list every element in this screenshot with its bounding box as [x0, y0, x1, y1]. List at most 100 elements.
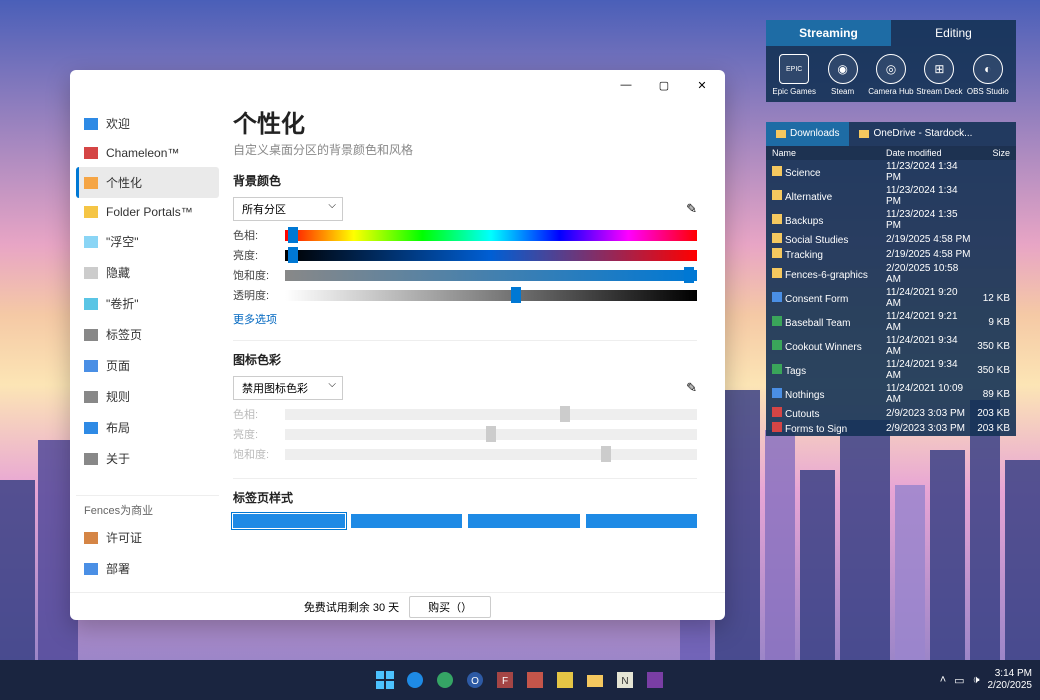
- style-option-3[interactable]: [468, 514, 580, 528]
- file-row[interactable]: Backups11/23/2024 1:35 PM: [766, 208, 1016, 232]
- file-row[interactable]: Tracking2/19/2025 4:58 PM: [766, 247, 1016, 262]
- more-options-link[interactable]: 更多选项: [233, 311, 277, 327]
- clock[interactable]: 3:14 PM 2/20/2025: [988, 668, 1033, 692]
- clock-date: 2/20/2025: [988, 680, 1033, 692]
- file-type-icon: [772, 407, 782, 417]
- app-launcher-obs-studio[interactable]: ◐OBS Studio: [965, 54, 1011, 96]
- sidebar-item[interactable]: 欢迎: [76, 108, 219, 139]
- app-launcher-camera-hub[interactable]: ◎Camera Hub: [868, 54, 914, 96]
- sidebar-item[interactable]: 关于: [76, 443, 219, 474]
- slider-saturation[interactable]: [285, 270, 697, 281]
- tray-sound-icon[interactable]: 🕩: [973, 674, 980, 687]
- col-date[interactable]: Date modified: [886, 148, 974, 158]
- tab-editing[interactable]: Editing: [891, 20, 1016, 46]
- app-label: Stream Deck: [916, 87, 962, 96]
- minimize-button[interactable]: —: [607, 71, 645, 99]
- sidebar-item[interactable]: "浮空": [76, 226, 219, 257]
- style-option-2[interactable]: [351, 514, 463, 528]
- sidebar-item[interactable]: 规则: [76, 381, 219, 412]
- sidebar-item[interactable]: 页面: [76, 350, 219, 381]
- app-label: OBS Studio: [967, 87, 1009, 96]
- sidebar-item[interactable]: 标签页: [76, 319, 219, 350]
- sidebar-item[interactable]: 部署: [76, 553, 219, 584]
- file-row[interactable]: Cookout Winners11/24/2021 9:34 AM350 KB: [766, 334, 1016, 358]
- slider-opacity[interactable]: [285, 290, 697, 301]
- app-launcher-stream-deck[interactable]: ⊞Stream Deck: [916, 54, 962, 96]
- file-row[interactable]: Alternative11/23/2024 1:34 PM: [766, 184, 1016, 208]
- file-row[interactable]: Science11/23/2024 1:34 PM: [766, 160, 1016, 184]
- maximize-button[interactable]: ▢: [645, 71, 683, 99]
- trial-text: 免费试用剩余 30 天: [304, 599, 399, 615]
- buy-button[interactable]: 购买（）: [409, 596, 491, 618]
- file-name: Alternative: [785, 192, 832, 203]
- sidebar-label: 欢迎: [106, 115, 130, 132]
- task-explorer-icon[interactable]: [582, 667, 608, 693]
- start-button[interactable]: [372, 667, 398, 693]
- file-row[interactable]: Nothings11/24/2021 10:09 AM89 KB: [766, 382, 1016, 406]
- sidebar-label: 布局: [106, 419, 130, 436]
- app-icon-glyph: EPIC: [779, 54, 809, 84]
- sidebar-icon: [84, 453, 98, 465]
- file-row[interactable]: Forms to Sign2/9/2023 3:03 PM203 KB: [766, 421, 1016, 436]
- task-onenote-icon[interactable]: [642, 667, 668, 693]
- eyedropper-icon[interactable]: ✎: [686, 201, 697, 217]
- task-app-icon[interactable]: F: [492, 667, 518, 693]
- task-app-icon[interactable]: O: [462, 667, 488, 693]
- task-app-icon[interactable]: [522, 667, 548, 693]
- file-date: 11/23/2024 1:35 PM: [886, 209, 974, 231]
- bg-scope-dropdown[interactable]: 所有分区: [233, 197, 343, 221]
- col-size[interactable]: Size: [974, 148, 1010, 158]
- file-name: Science: [785, 168, 821, 179]
- file-row[interactable]: Tags11/24/2021 9:34 AM350 KB: [766, 358, 1016, 382]
- sidebar-item[interactable]: 布局: [76, 412, 219, 443]
- file-row[interactable]: Cutouts2/9/2023 3:03 PM203 KB: [766, 406, 1016, 421]
- file-row[interactable]: Baseball Team11/24/2021 9:21 AM9 KB: [766, 310, 1016, 334]
- titlebar: — ▢ ✕: [70, 70, 725, 100]
- sidebar-item[interactable]: 个性化: [76, 167, 219, 198]
- file-row[interactable]: Consent Form11/24/2021 9:20 AM12 KB: [766, 286, 1016, 310]
- sidebar-label: 页面: [106, 357, 130, 374]
- task-app-icon[interactable]: N: [612, 667, 638, 693]
- file-name: Consent Form: [785, 294, 848, 305]
- task-app-icon[interactable]: [432, 667, 458, 693]
- file-row[interactable]: Social Studies2/19/2025 4:58 PM: [766, 232, 1016, 247]
- app-label: Steam: [831, 87, 854, 96]
- sidebar-item[interactable]: Chameleon™: [76, 139, 219, 167]
- tray-display-icon[interactable]: ▭: [954, 674, 964, 687]
- close-button[interactable]: ✕: [683, 71, 721, 99]
- style-option-1[interactable]: [233, 514, 345, 528]
- app-launcher-steam[interactable]: ◉Steam: [820, 54, 866, 96]
- sidebar-icon: [84, 360, 98, 372]
- sidebar-label: "卷折": [106, 295, 139, 312]
- task-app-icon[interactable]: [552, 667, 578, 693]
- slider-brightness[interactable]: [285, 250, 697, 261]
- slider-hue[interactable]: [285, 230, 697, 241]
- task-edge-icon[interactable]: [402, 667, 428, 693]
- sidebar-item[interactable]: Folder Portals™: [76, 198, 219, 226]
- sidebar-item[interactable]: 隐藏: [76, 257, 219, 288]
- style-option-4[interactable]: [586, 514, 698, 528]
- sidebar-item[interactable]: "卷折": [76, 288, 219, 319]
- tab-streaming[interactable]: Streaming: [766, 20, 891, 46]
- eyedropper-icon[interactable]: ✎: [686, 380, 697, 396]
- tray-chevron-icon[interactable]: ˄: [940, 674, 946, 686]
- file-type-icon: [772, 190, 782, 200]
- col-name[interactable]: Name: [772, 148, 886, 158]
- file-size: 203 KB: [974, 408, 1010, 419]
- file-name: Tracking: [785, 250, 823, 261]
- file-tab-onedrive[interactable]: OneDrive - Stardock...: [849, 122, 982, 146]
- slider-icon-brightness: [285, 429, 697, 440]
- desktop-wallpaper: Streaming Editing EPICEpic Games◉Steam◎C…: [0, 0, 1040, 700]
- file-size: 350 KB: [974, 365, 1010, 376]
- file-tab-downloads[interactable]: Downloads: [766, 122, 849, 146]
- sidebar-label: 部署: [106, 560, 130, 577]
- sidebar-icon: [84, 422, 98, 434]
- file-row[interactable]: Fences-6-graphics2/20/2025 10:58 AM: [766, 262, 1016, 286]
- app-launcher-epic-games[interactable]: EPICEpic Games: [771, 54, 817, 96]
- sidebar-item[interactable]: 许可证: [76, 522, 219, 553]
- icon-tint-dropdown[interactable]: 禁用图标色彩: [233, 376, 343, 400]
- file-type-icon: [772, 388, 782, 398]
- file-name: Fences-6-graphics: [785, 270, 868, 281]
- apps-widget: Streaming Editing EPICEpic Games◉Steam◎C…: [766, 20, 1016, 102]
- sidebar-icon: [84, 118, 98, 130]
